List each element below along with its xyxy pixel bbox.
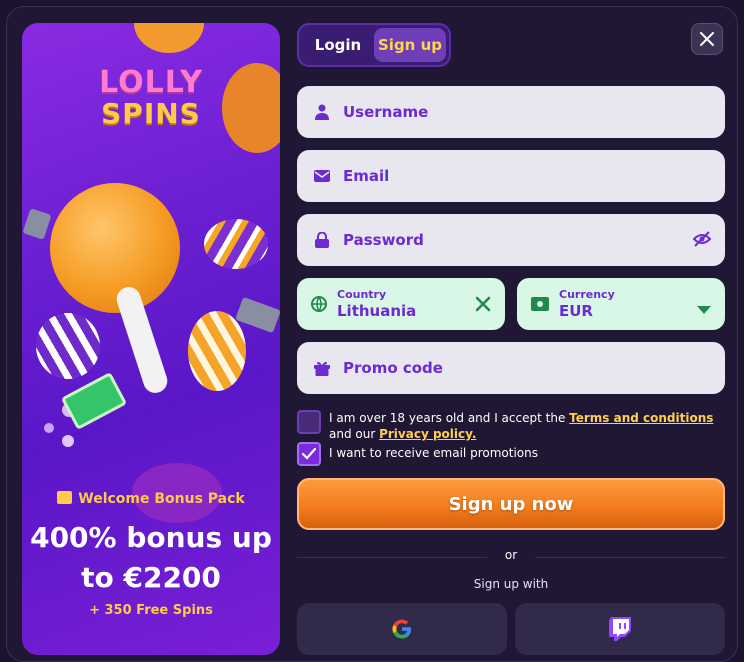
tab-login[interactable]: Login <box>302 28 374 62</box>
age-terms-text: I am over 18 years old and I accept the … <box>329 410 713 442</box>
logo-line2: SPINS <box>101 97 201 130</box>
auth-tabs: Login Sign up <box>297 23 451 67</box>
bonus-headline: 400% bonus up to €2200 <box>22 518 280 598</box>
username-input[interactable] <box>343 103 683 121</box>
decor-candy-right <box>222 63 280 153</box>
password-input[interactable] <box>343 231 673 249</box>
gift-icon <box>313 359 331 377</box>
lollipop-image <box>50 183 180 313</box>
currency-value: EUR <box>559 302 593 320</box>
promo-panel: LOLLY SPINS Welcome Bonus Pack 400% bonu… <box>22 23 280 655</box>
tab-signup[interactable]: Sign up <box>374 28 446 62</box>
brand-logo: LOLLY SPINS <box>86 67 216 129</box>
age-terms-row: I am over 18 years old and I accept the … <box>297 410 713 442</box>
currency-select[interactable]: Currency EUR <box>517 278 725 330</box>
email-promos-text: I want to receive email promotions <box>329 446 538 460</box>
google-icon <box>392 619 411 639</box>
decor-candy-top <box>134 23 204 53</box>
promo-code-input[interactable] <box>343 359 683 377</box>
bonus-label-text: Welcome Bonus Pack <box>78 491 245 507</box>
clear-x-icon[interactable] <box>475 296 491 316</box>
lock-icon <box>313 231 331 249</box>
close-button[interactable] <box>691 23 723 55</box>
decor-bubble <box>44 423 54 433</box>
country-select[interactable]: Country Lithuania <box>297 278 505 330</box>
twitch-icon <box>609 617 631 641</box>
country-value: Lithuania <box>337 302 417 320</box>
signup-now-button[interactable]: Sign up now <box>297 478 725 530</box>
candy-purple <box>204 219 268 269</box>
email-promos-row: I want to receive email promotions <box>297 442 538 466</box>
country-label: Country <box>337 288 387 301</box>
candy-orange <box>188 311 246 391</box>
twitch-signup-button[interactable] <box>515 603 725 655</box>
bonus-label: Welcome Bonus Pack <box>22 491 280 507</box>
email-input[interactable] <box>343 167 683 185</box>
logo-line1: LOLLY <box>99 65 203 100</box>
or-label: or <box>487 548 535 562</box>
mail-icon <box>313 167 331 185</box>
bonus-headline-line1: 400% bonus up <box>30 521 272 554</box>
age-terms-checkbox[interactable] <box>297 410 321 434</box>
username-field[interactable] <box>297 86 725 138</box>
privacy-link[interactable]: Privacy policy. <box>379 427 476 441</box>
cash-bill-icon <box>60 371 128 431</box>
decor-bubble <box>62 435 74 447</box>
user-icon <box>313 103 331 121</box>
email-promos-checkbox[interactable] <box>297 442 321 466</box>
password-field[interactable] <box>297 214 725 266</box>
bonus-subtext: + 350 Free Spins <box>89 603 213 618</box>
google-signup-button[interactable] <box>297 603 507 655</box>
bonus-headline-line2: to €2200 <box>81 561 221 594</box>
globe-icon <box>311 296 327 312</box>
candy-striped <box>36 313 100 379</box>
lollipop-stick <box>113 283 171 397</box>
eye-off-icon[interactable] <box>692 231 712 251</box>
terms-link[interactable]: Terms and conditions <box>569 411 713 425</box>
cash-bill-icon <box>235 296 280 334</box>
age-terms-text-before: I am over 18 years old and I accept the <box>329 411 570 425</box>
cash-icon <box>531 297 549 311</box>
signup-with-label: Sign up with <box>473 577 549 591</box>
close-icon <box>700 32 714 46</box>
promo-code-field[interactable] <box>297 342 725 394</box>
gift-icon <box>57 491 73 504</box>
signup-modal: LOLLY SPINS Welcome Bonus Pack 400% bonu… <box>6 6 738 662</box>
age-terms-text-middle: and our <box>329 427 380 441</box>
check-icon <box>302 448 316 460</box>
cash-bill-icon <box>22 208 52 240</box>
email-field[interactable] <box>297 150 725 202</box>
currency-label: Currency <box>559 288 615 301</box>
chevron-down-icon[interactable] <box>697 300 711 319</box>
